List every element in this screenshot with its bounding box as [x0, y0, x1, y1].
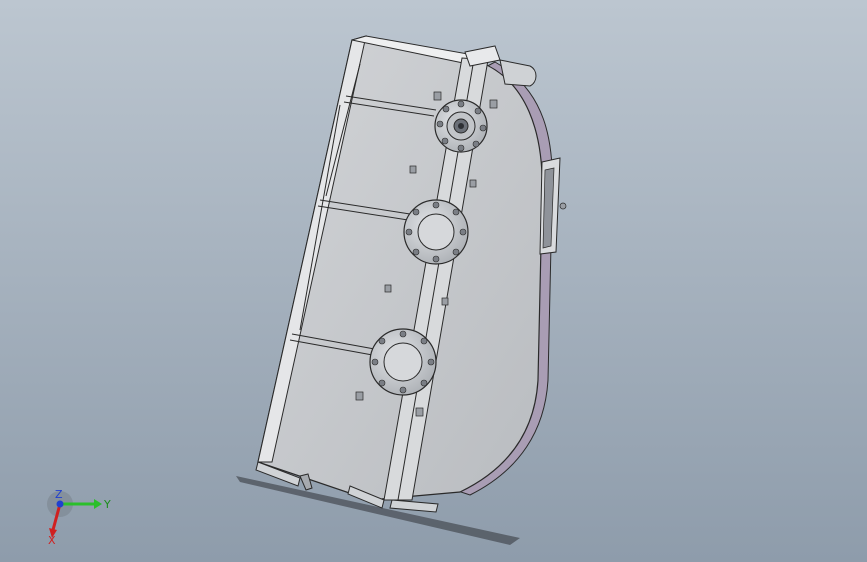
axis-label-x: X: [48, 534, 56, 546]
flange-top[interactable]: [434, 99, 488, 153]
triad-z-axis: [56, 500, 64, 508]
coordinate-triad[interactable]: X Y Z: [38, 486, 118, 546]
cad-viewport[interactable]: X Y Z: [0, 0, 867, 562]
flange-bottom[interactable]: [369, 328, 437, 396]
flange-middle[interactable]: [403, 199, 469, 265]
y-arrow-icon: [94, 499, 102, 509]
axis-label-y: Y: [103, 498, 111, 511]
model-scene[interactable]: [0, 0, 867, 562]
axis-label-z: Z: [55, 488, 63, 501]
